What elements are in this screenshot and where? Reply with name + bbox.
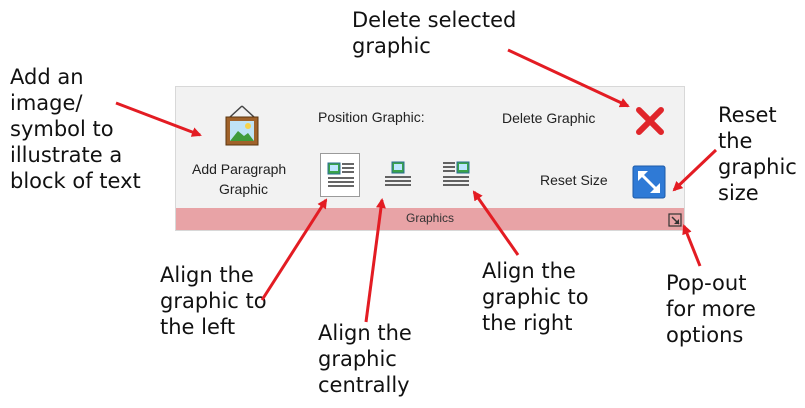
- arrow-popout: [682, 224, 702, 267]
- arrow-delete: [507, 48, 630, 108]
- arrow-align-center: [364, 198, 386, 323]
- arrow-reset: [672, 148, 718, 192]
- annotation-arrows: [115, 48, 718, 323]
- arrow-align-left: [260, 198, 328, 301]
- arrow-add-graphic: [115, 101, 202, 137]
- arrow-align-right: [472, 190, 520, 256]
